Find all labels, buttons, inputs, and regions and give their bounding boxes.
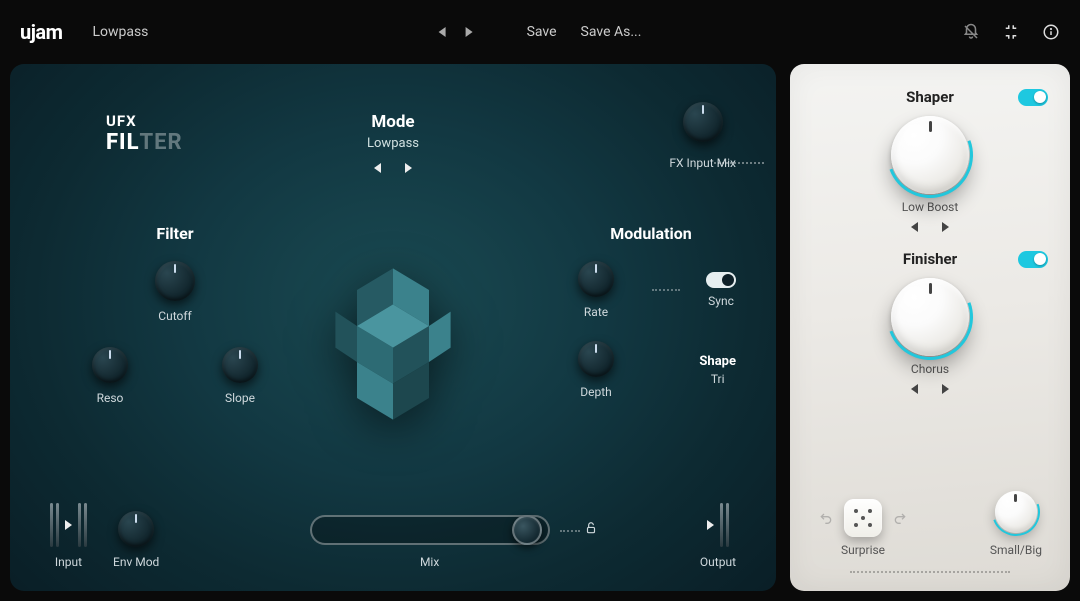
surprise-dice-button[interactable] [844, 499, 882, 537]
modulation-title: Modulation [566, 224, 736, 243]
mode-nav [367, 163, 419, 173]
filter-section: Filter Cutoff Reso Slope [80, 224, 270, 405]
input-level-bars-2[interactable] [78, 503, 87, 547]
undo-icon[interactable] [818, 510, 834, 526]
preset-nav [439, 27, 473, 37]
slope-label: Slope [225, 391, 255, 405]
brand-logo: ujam [20, 20, 62, 44]
surprise-label: Surprise [841, 543, 885, 557]
dice-icon [854, 509, 873, 528]
save-button[interactable]: Save [527, 24, 557, 40]
top-right-controls [962, 23, 1060, 41]
logo-prefix: UFX [106, 112, 183, 130]
preset-name[interactable]: Lowpass [92, 24, 148, 40]
logo-name: FILTER [106, 130, 183, 155]
product-logo: UFX FILTER [106, 112, 183, 155]
save-as-button[interactable]: Save As... [581, 24, 642, 40]
env-mod-knob[interactable] [118, 511, 154, 547]
collapse-icon[interactable] [1002, 23, 1020, 41]
shaper-title: Shaper [906, 88, 954, 106]
mix-block: Mix [189, 515, 670, 569]
output-meter: Output [700, 503, 736, 569]
topbar: ujam Lowpass Save Save As... [0, 0, 1080, 64]
bottom-dotted-line [850, 571, 1010, 573]
modulation-section: Modulation Rate Sync Depth [566, 224, 736, 399]
sync-label: Sync [708, 294, 734, 308]
side-panel: Shaper Low Boost Finisher Chorus [790, 64, 1070, 591]
finisher-title: Finisher [903, 250, 957, 268]
shaper-knob[interactable] [891, 116, 969, 194]
finisher-prev-icon[interactable] [911, 384, 918, 394]
output-level-bars[interactable] [720, 503, 729, 547]
top-center-controls: Save Save As... [439, 24, 642, 40]
info-icon[interactable] [1042, 23, 1060, 41]
reso-knob[interactable] [92, 347, 128, 383]
mix-label: Mix [420, 555, 439, 569]
sync-toggle[interactable] [706, 272, 736, 288]
finisher-value[interactable]: Chorus [812, 362, 1048, 376]
cutoff-knob[interactable] [155, 261, 195, 301]
play-icon[interactable] [707, 520, 714, 530]
connector-dots [652, 289, 680, 291]
shaper-prev-icon[interactable] [911, 222, 918, 232]
shaper-toggle[interactable] [1018, 89, 1048, 106]
finisher-next-icon[interactable] [942, 384, 949, 394]
filter-title: Filter [80, 224, 270, 243]
connector-dots [714, 162, 764, 164]
smallbig-label: Small/Big [990, 543, 1042, 557]
mode-title: Mode [367, 112, 419, 132]
preset-prev-icon[interactable] [439, 27, 446, 37]
unlock-icon[interactable] [584, 521, 598, 535]
finisher-knob[interactable] [891, 278, 969, 356]
finisher-toggle[interactable] [1018, 251, 1048, 268]
center-geometry-visual [293, 244, 493, 444]
mode-value[interactable]: Lowpass [367, 136, 419, 151]
depth-label: Depth [580, 385, 612, 399]
app-root: ujam Lowpass Save Save As... [0, 0, 1080, 601]
mode-section: Mode Lowpass [367, 112, 419, 173]
mode-prev-icon[interactable] [374, 163, 381, 173]
shape-title: Shape [699, 354, 736, 369]
shaper-next-icon[interactable] [942, 222, 949, 232]
mode-next-icon[interactable] [405, 163, 412, 173]
depth-knob[interactable] [578, 341, 614, 377]
mix-slider[interactable] [310, 515, 550, 545]
smallbig-knob[interactable] [995, 491, 1037, 533]
input-level-bars[interactable] [50, 503, 59, 547]
side-bottom-row: Surprise Small/Big [812, 485, 1048, 563]
rate-label: Rate [584, 305, 608, 319]
env-mod-label: Env Mod [113, 555, 159, 569]
output-label: Output [700, 555, 736, 569]
play-icon[interactable] [65, 520, 72, 530]
finisher-section: Finisher Chorus [812, 250, 1048, 394]
shaper-value[interactable]: Low Boost [812, 200, 1048, 214]
slope-knob[interactable] [222, 347, 258, 383]
reso-label: Reso [97, 391, 124, 405]
connector-dots [560, 530, 580, 532]
mix-slider-thumb[interactable] [512, 515, 542, 545]
rate-knob[interactable] [578, 261, 614, 297]
input-label: Input [55, 555, 82, 569]
cutoff-label: Cutoff [158, 309, 191, 323]
bell-off-icon[interactable] [962, 23, 980, 41]
preset-next-icon[interactable] [466, 27, 473, 37]
shaper-section: Shaper Low Boost [812, 88, 1048, 232]
bottom-row: Input Env Mod [50, 503, 736, 569]
fx-input-section: FX Input Mix [669, 102, 736, 170]
input-meter: Input [50, 503, 87, 569]
filter-panel: UFX FILTER Mode Lowpass FX Input Mix Fil… [10, 64, 776, 591]
redo-icon[interactable] [892, 510, 908, 526]
main-area: UFX FILTER Mode Lowpass FX Input Mix Fil… [0, 64, 1080, 601]
shape-value[interactable]: Tri [711, 372, 725, 386]
fx-input-mix-knob[interactable] [683, 102, 723, 142]
